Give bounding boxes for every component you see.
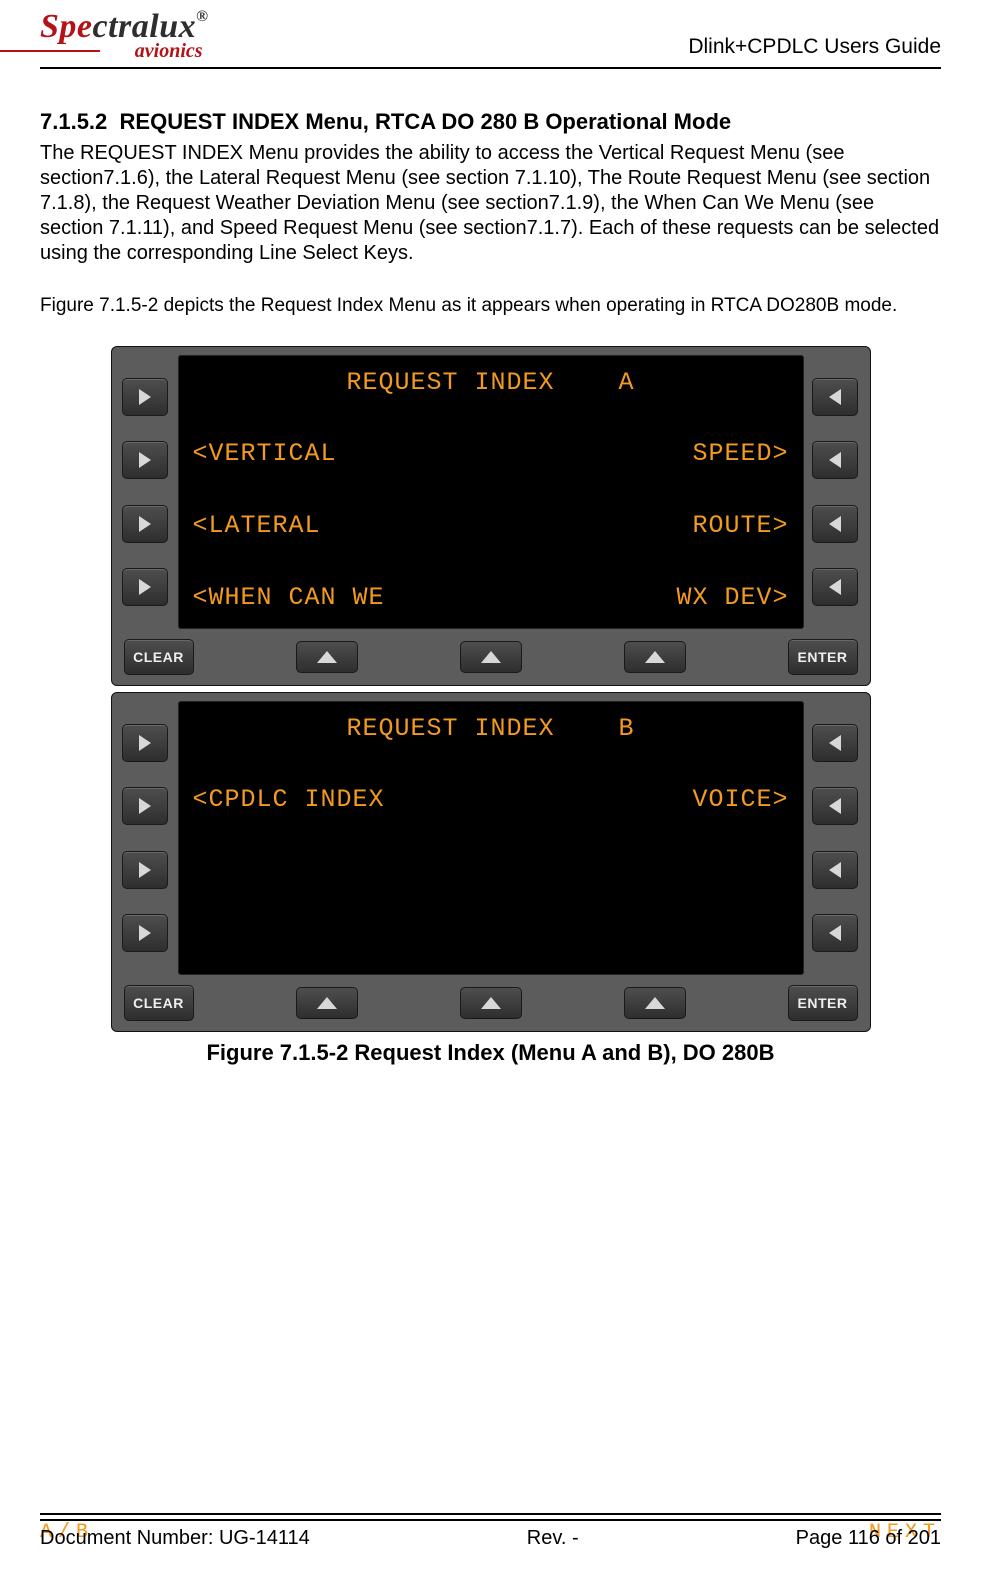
arrow-right-icon <box>139 798 151 814</box>
screen-row: <WHEN CAN WE WX DEV> <box>193 583 789 612</box>
screen-row <box>193 857 789 886</box>
figure-caption: Figure 7.1.5-2 Request Index (Menu A and… <box>111 1040 871 1066</box>
lsk-l2[interactable] <box>122 441 168 479</box>
section-number: 7.1.5.2 <box>40 109 107 134</box>
screen-row: <LATERAL ROUTE> <box>193 511 789 540</box>
arrow-up-icon <box>645 651 665 663</box>
left-lsk-column <box>122 701 170 975</box>
row-left: <CPDLC INDEX <box>193 785 385 814</box>
lsk-l3[interactable] <box>122 851 168 889</box>
row-right: VOICE> <box>692 785 788 814</box>
scroll-up-button-1[interactable] <box>296 641 358 673</box>
footer-doc-number: Document Number: UG-14114 <box>40 1527 310 1550</box>
arrow-left-icon <box>829 579 841 595</box>
arrow-right-icon <box>139 735 151 751</box>
row-left: <VERTICAL <box>193 439 337 468</box>
lsk-l1[interactable] <box>122 724 168 762</box>
lsk-r2[interactable] <box>812 787 858 825</box>
footer-page: Page 116 of 201 <box>796 1527 941 1550</box>
page-footer: Document Number: UG-14114 Rev. - Page 11… <box>40 1519 941 1550</box>
lsk-l1[interactable] <box>122 378 168 416</box>
arrow-left-icon <box>829 735 841 751</box>
lsk-l2[interactable] <box>122 787 168 825</box>
screen-row: <VERTICAL SPEED> <box>193 439 789 468</box>
lsk-r1[interactable] <box>812 378 858 416</box>
row-left <box>193 929 209 958</box>
lsk-r2[interactable] <box>812 441 858 479</box>
arrow-right-icon <box>139 925 151 941</box>
lsk-l4[interactable] <box>122 568 168 606</box>
device-panel-b: REQUEST INDEX B <CPDLC INDEX VOICE> <box>111 692 871 1032</box>
arrow-left-icon <box>829 389 841 405</box>
row-left <box>193 857 209 886</box>
arrow-up-icon <box>317 651 337 663</box>
arrow-right-icon <box>139 516 151 532</box>
arrow-up-icon <box>645 997 665 1009</box>
arrow-right-icon <box>139 452 151 468</box>
device-panel-a: REQUEST INDEX A <VERTICAL SPEED> <LATERA… <box>111 346 871 686</box>
arrow-left-icon <box>829 452 841 468</box>
section-paragraph: The REQUEST INDEX Menu provides the abil… <box>40 141 941 266</box>
lsk-r4[interactable] <box>812 914 858 952</box>
right-lsk-column <box>812 355 860 629</box>
arrow-up-icon <box>481 651 501 663</box>
enter-button[interactable]: ENTER <box>788 639 858 675</box>
screen-title: REQUEST INDEX A <box>193 368 789 397</box>
row-left: <WHEN CAN WE <box>193 583 385 612</box>
lsk-r4[interactable] <box>812 568 858 606</box>
page-header: Spectralux® avionics Dlink+CPDLC Users G… <box>40 0 941 69</box>
row-left: <LATERAL <box>193 511 321 540</box>
arrow-left-icon <box>829 798 841 814</box>
lsk-r3[interactable] <box>812 851 858 889</box>
lsk-r1[interactable] <box>812 724 858 762</box>
logo-subtext: avionics <box>40 40 203 63</box>
arrow-left-icon <box>829 925 841 941</box>
logo: Spectralux® avionics <box>40 0 209 63</box>
arrow-right-icon <box>139 862 151 878</box>
arrow-right-icon <box>139 579 151 595</box>
arrow-right-icon <box>139 389 151 405</box>
lsk-r3[interactable] <box>812 505 858 543</box>
scroll-up-button-3[interactable] <box>624 987 686 1019</box>
screen-row <box>193 929 789 958</box>
figure-area: REQUEST INDEX A <VERTICAL SPEED> <LATERA… <box>111 346 871 1066</box>
figure-intro: Figure 7.1.5-2 depicts the Request Index… <box>40 294 941 318</box>
row-right: SPEED> <box>692 439 788 468</box>
enter-button[interactable]: ENTER <box>788 985 858 1021</box>
scroll-up-button-2[interactable] <box>460 641 522 673</box>
right-lsk-column <box>812 701 860 975</box>
section-heading: 7.1.5.2 REQUEST INDEX Menu, RTCA DO 280 … <box>40 109 941 135</box>
lsk-l4[interactable] <box>122 914 168 952</box>
clear-button[interactable]: CLEAR <box>124 639 194 675</box>
scroll-up-button-3[interactable] <box>624 641 686 673</box>
clear-button[interactable]: CLEAR <box>124 985 194 1021</box>
footer-revision: Rev. - <box>527 1527 579 1550</box>
arrow-up-icon <box>317 997 337 1009</box>
section-title: REQUEST INDEX Menu, RTCA DO 280 B Operat… <box>120 109 732 134</box>
screen-title: REQUEST INDEX B <box>193 714 789 743</box>
document-title: Dlink+CPDLC Users Guide <box>688 35 941 63</box>
arrow-left-icon <box>829 862 841 878</box>
screen-b: REQUEST INDEX B <CPDLC INDEX VOICE> <box>178 701 804 975</box>
lsk-l3[interactable] <box>122 505 168 543</box>
left-lsk-column <box>122 355 170 629</box>
screen-a: REQUEST INDEX A <VERTICAL SPEED> <LATERA… <box>178 355 804 629</box>
row-right: ROUTE> <box>692 511 788 540</box>
scroll-up-button-2[interactable] <box>460 987 522 1019</box>
row-right: WX DEV> <box>676 583 788 612</box>
scroll-up-button-1[interactable] <box>296 987 358 1019</box>
row-right <box>772 929 788 958</box>
arrow-left-icon <box>829 516 841 532</box>
row-right <box>772 857 788 886</box>
arrow-up-icon <box>481 997 501 1009</box>
screen-row: <CPDLC INDEX VOICE> <box>193 785 789 814</box>
